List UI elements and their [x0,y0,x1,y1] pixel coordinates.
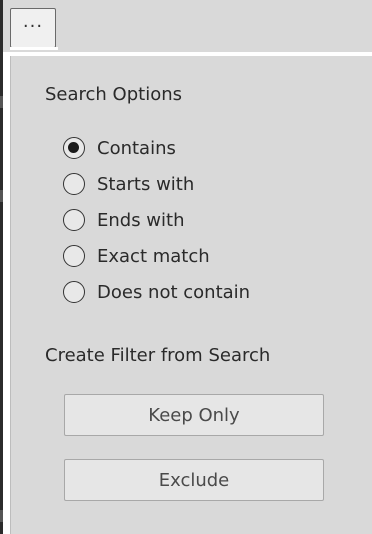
radio-button[interactable] [63,173,85,195]
exclude-button[interactable]: Exclude [64,459,324,501]
create-filter-heading: Create Filter from Search [45,345,271,366]
more-horizontal-icon: ··· [22,16,44,37]
radio-button-selected[interactable] [63,137,85,159]
radio-button[interactable] [63,245,85,267]
search-options-heading: Search Options [45,84,183,105]
radio-option-does-not-contain[interactable]: Does not contain [63,277,250,307]
radio-button[interactable] [63,209,85,231]
window-left-edge [0,0,3,534]
keep-only-button[interactable]: Keep Only [64,394,324,436]
edge-marker [0,190,3,202]
radio-option-starts-with[interactable]: Starts with [63,169,194,199]
radio-label: Does not contain [97,281,251,303]
edge-marker [0,96,3,108]
radio-button[interactable] [63,281,85,303]
radio-option-exact-match[interactable]: Exact match [63,241,210,271]
active-tab-indicator [10,47,58,50]
search-options-panel: Search Options Contains Starts with Ends… [10,56,372,534]
radio-option-contains[interactable]: Contains [63,133,176,163]
more-options-button[interactable]: ··· [10,8,56,48]
radio-option-ends-with[interactable]: Ends with [63,205,185,235]
edge-marker [0,510,3,522]
radio-label: Starts with [97,173,195,195]
radio-label: Ends with [97,209,185,231]
radio-label: Contains [97,137,176,159]
radio-label: Exact match [97,245,210,267]
